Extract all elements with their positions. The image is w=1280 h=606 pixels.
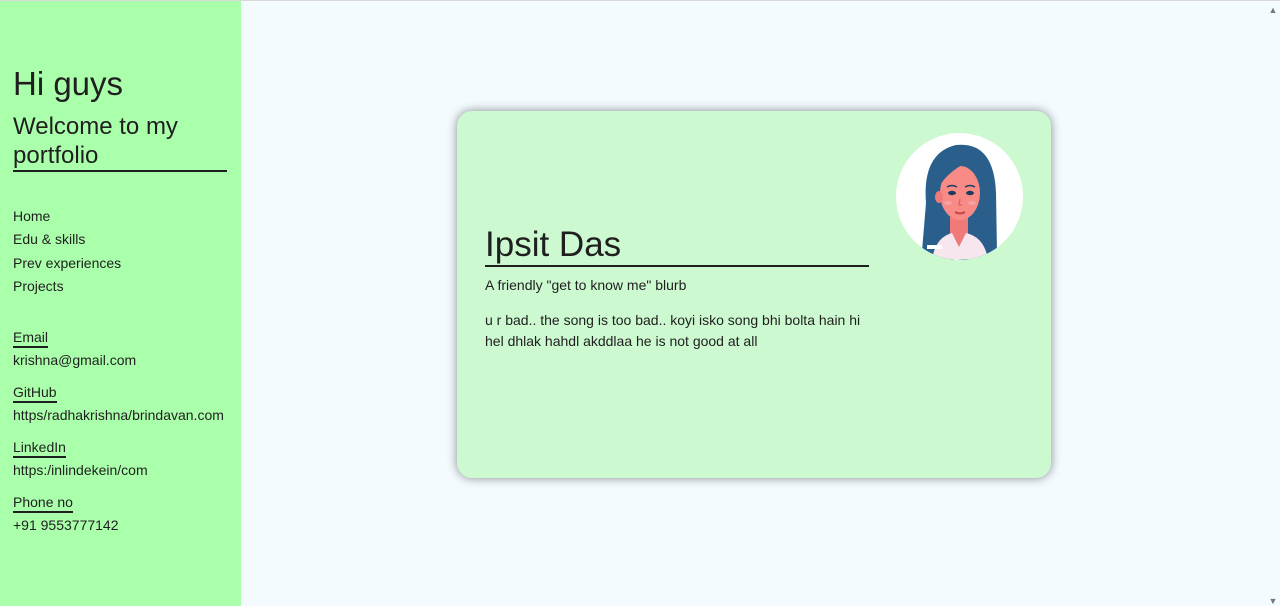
sidebar: Hi guys Welcome to my portfolio Home Edu… (0, 1, 241, 606)
phone-label: Phone no (13, 494, 73, 513)
portfolio-page: Hi guys Welcome to my portfolio Home Edu… (0, 0, 1280, 606)
github-label: GitHub (13, 384, 57, 403)
contact-linkedin: LinkedIn https:/inlindekein/com (13, 439, 148, 479)
scroll-up-arrow-icon[interactable]: ▲ (1268, 6, 1278, 15)
linkedin-label: LinkedIn (13, 439, 66, 458)
linkedin-value: https:/inlindekein/com (13, 462, 148, 478)
sidebar-subtitle: Welcome to my portfolio (13, 112, 227, 172)
woman-avatar-icon (896, 133, 1023, 260)
nav-item-projects[interactable]: Projects (13, 275, 121, 298)
sidebar-nav: Home Edu & skills Prev experiences Proje… (13, 205, 121, 298)
profile-name: Ipsit Das (485, 225, 869, 267)
profile-card: Ipsit Das A friendly "get to know me" bl… (457, 111, 1051, 478)
github-value: https/radhakrishna/brindavan.com (13, 407, 224, 423)
scroll-down-arrow-icon[interactable]: ▼ (1268, 597, 1278, 606)
phone-value: +91 9553777142 (13, 517, 119, 533)
contact-phone: Phone no +91 9553777142 (13, 494, 119, 534)
sidebar-title: Hi guys (13, 65, 124, 102)
email-value: krishna@gmail.com (13, 352, 137, 368)
nav-item-home[interactable]: Home (13, 205, 121, 228)
nav-item-edu-skills[interactable]: Edu & skills (13, 228, 121, 251)
profile-tagline: A friendly "get to know me" blurb (485, 277, 687, 293)
contact-github: GitHub https/radhakrishna/brindavan.com (13, 384, 224, 424)
profile-blurb: u r bad.. the song is too bad.. koyi isk… (485, 312, 861, 349)
contact-email: Email krishna@gmail.com (13, 329, 136, 369)
email-label: Email (13, 329, 49, 348)
nav-item-prev-experiences[interactable]: Prev experiences (13, 252, 121, 275)
